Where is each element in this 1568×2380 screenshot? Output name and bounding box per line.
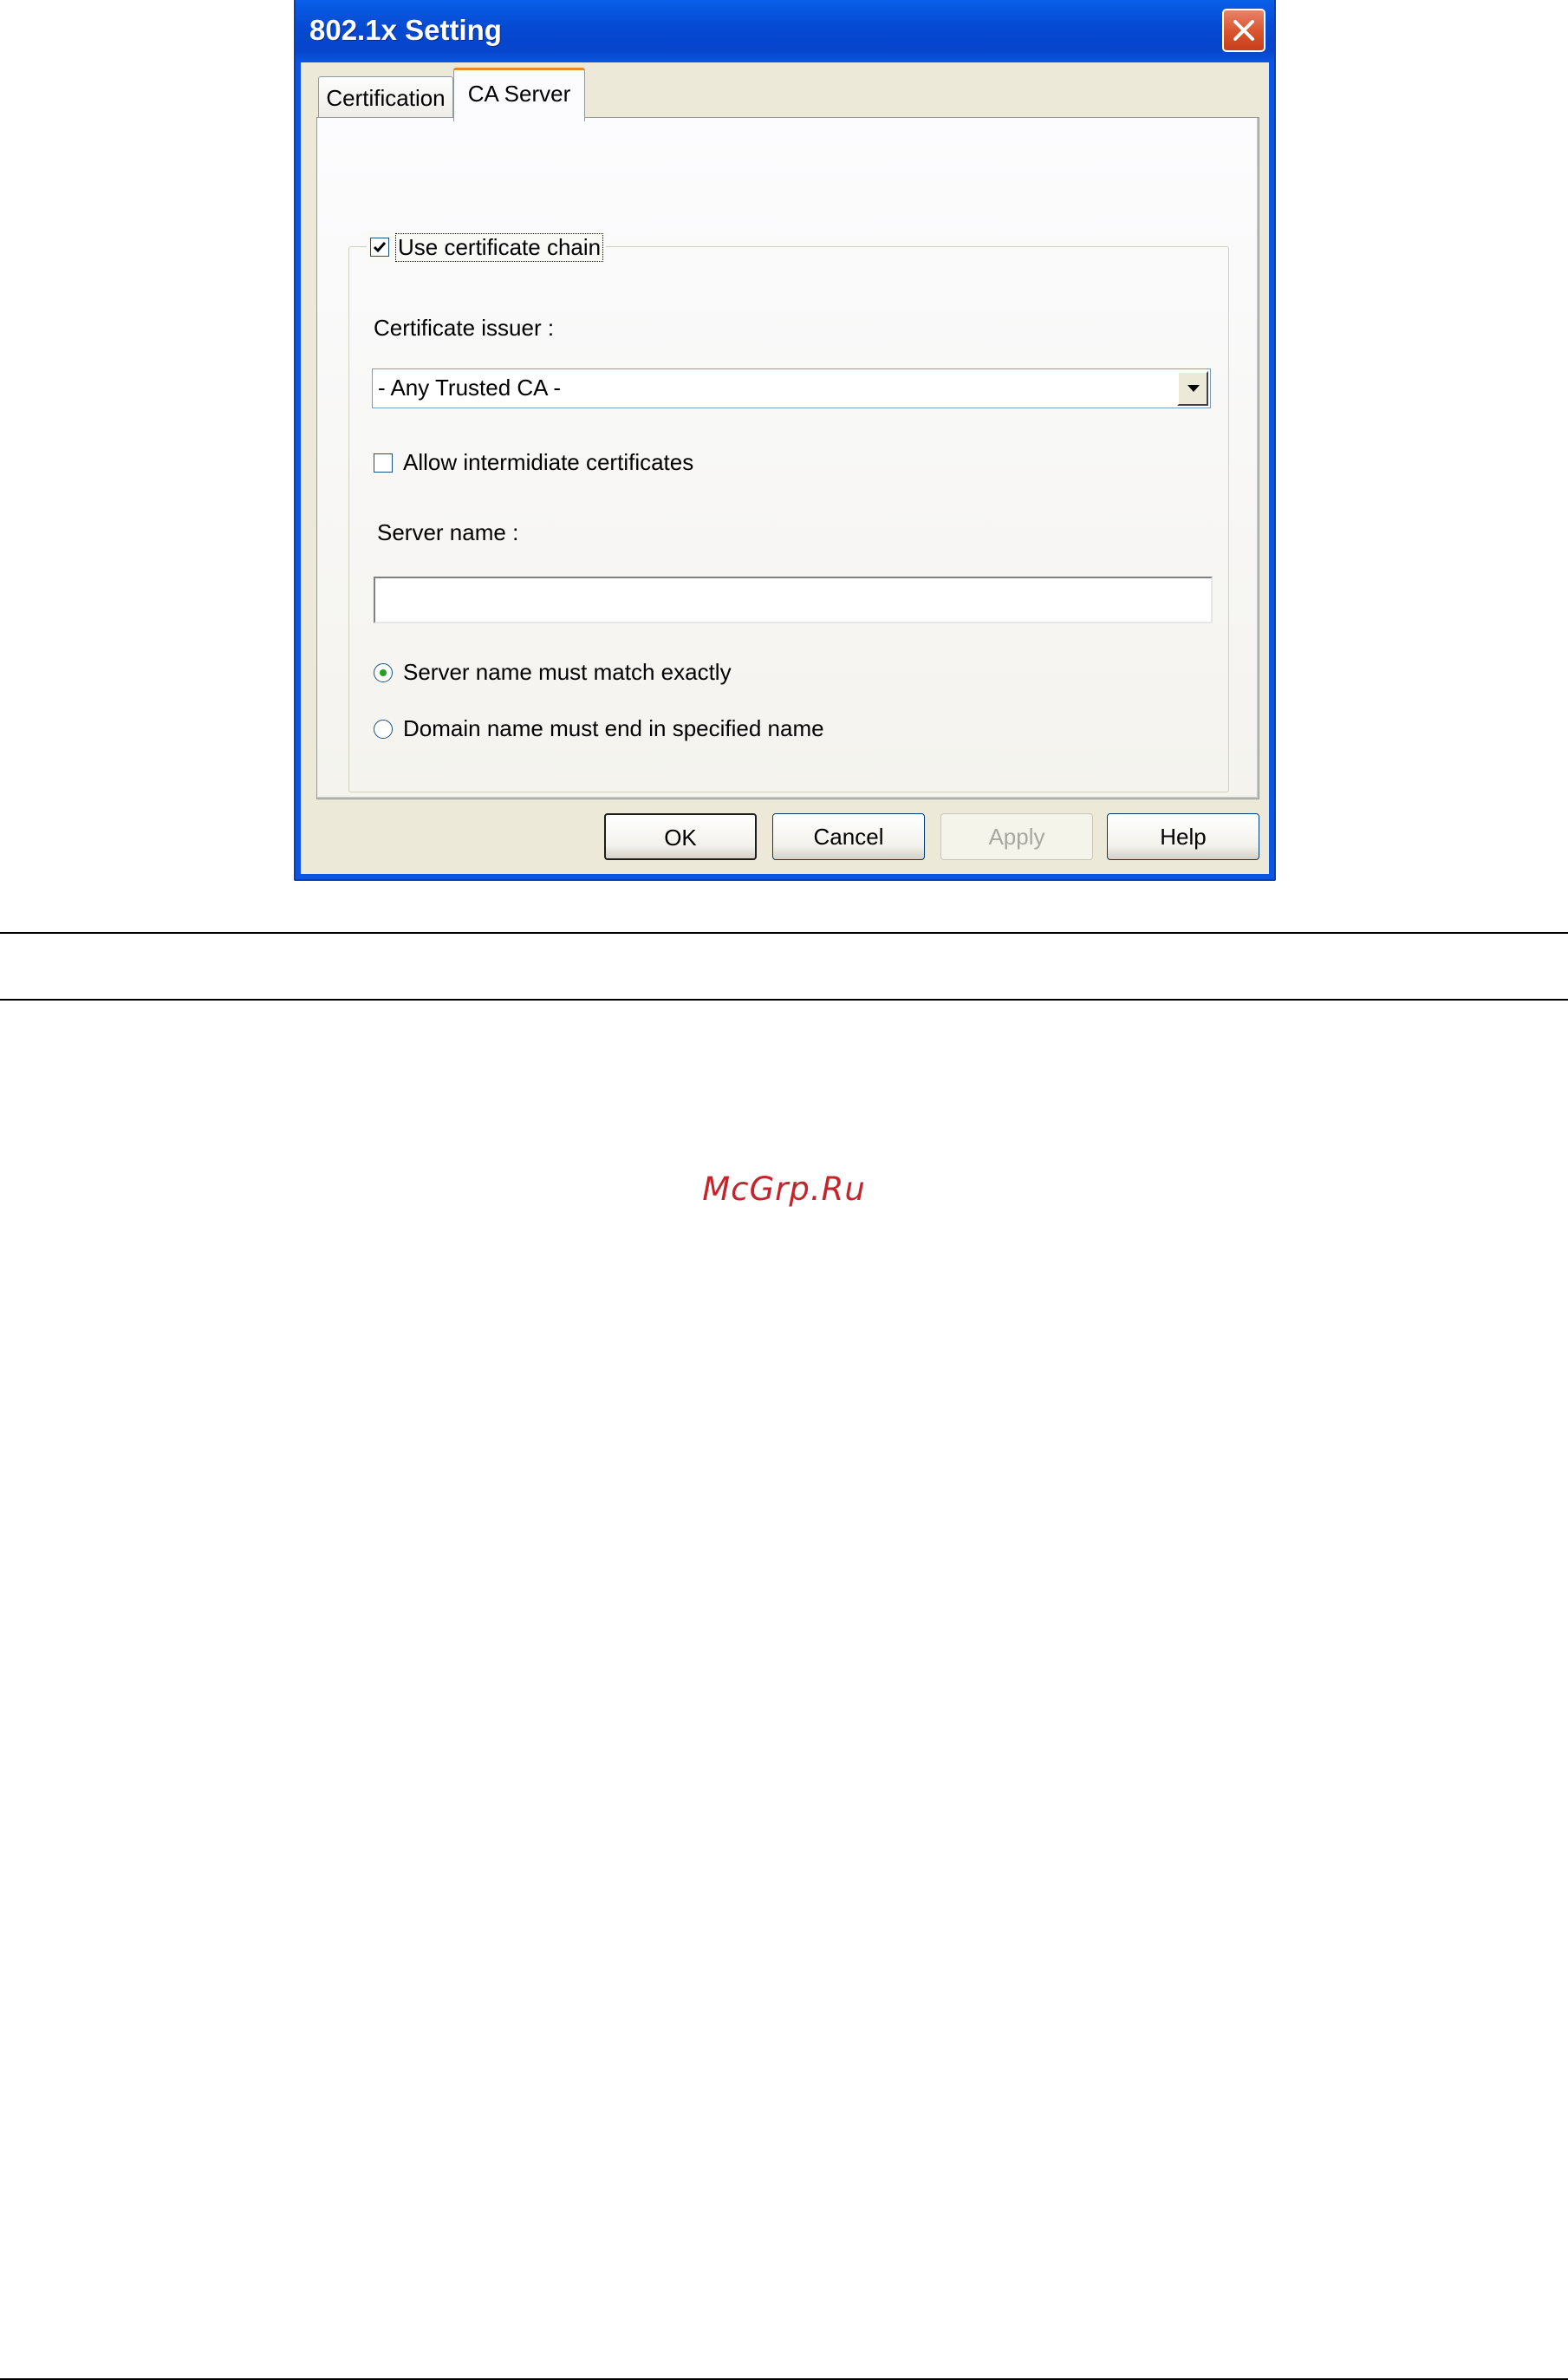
issuer-label: Certificate issuer : bbox=[374, 315, 555, 341]
radio-domain-end-row[interactable]: Domain name must end in specified name bbox=[374, 715, 824, 742]
allow-intermediate-label[interactable]: Allow intermidiate certificates bbox=[403, 449, 693, 476]
chevron-down-icon bbox=[1187, 385, 1200, 392]
ok-button[interactable]: OK bbox=[604, 813, 757, 860]
radio-match-exactly-row[interactable]: Server name must match exactly bbox=[374, 659, 732, 686]
radio-selected-dot bbox=[380, 668, 387, 676]
cancel-button[interactable]: Cancel bbox=[772, 813, 925, 860]
issuer-select[interactable]: - Any Trusted CA - bbox=[372, 368, 1211, 408]
apply-button[interactable]: Apply bbox=[940, 813, 1093, 860]
radio-match-exactly[interactable] bbox=[374, 662, 393, 682]
server-name-label: Server name : bbox=[377, 519, 519, 545]
close-icon bbox=[1233, 20, 1254, 41]
help-button[interactable]: Help bbox=[1107, 813, 1259, 860]
tab-certification[interactable]: Certification bbox=[318, 76, 453, 120]
top-divider bbox=[0, 932, 1568, 934]
dialog-client-area: Certification CA Server Use certificate … bbox=[301, 62, 1269, 874]
issuer-select-value: - Any Trusted CA - bbox=[378, 375, 561, 401]
tab-ca-server[interactable]: CA Server bbox=[453, 68, 585, 121]
checkmark-icon bbox=[373, 242, 387, 253]
radio-domain-end-label[interactable]: Domain name must end in specified name bbox=[403, 715, 824, 742]
second-divider bbox=[0, 999, 1568, 1001]
radio-match-exactly-label[interactable]: Server name must match exactly bbox=[403, 659, 732, 686]
server-name-input[interactable] bbox=[374, 577, 1213, 623]
use-chain-checkbox[interactable] bbox=[370, 238, 389, 257]
allow-intermediate-checkbox[interactable] bbox=[374, 453, 393, 473]
tab-panel-ca-server: Use certificate chain Certificate issuer… bbox=[316, 117, 1259, 799]
allow-intermediate-row[interactable]: Allow intermidiate certificates bbox=[374, 449, 693, 476]
use-chain-legend[interactable]: Use certificate chain bbox=[367, 231, 607, 263]
issuer-dropdown-button[interactable] bbox=[1177, 371, 1208, 406]
window-title: 802.1x Setting bbox=[309, 14, 502, 46]
radio-domain-end[interactable] bbox=[374, 719, 393, 739]
title-bar[interactable]: 802.1x Setting bbox=[296, 0, 1274, 62]
close-button[interactable] bbox=[1222, 9, 1265, 52]
certificate-chain-group: Use certificate chain Certificate issuer… bbox=[348, 231, 1229, 792]
watermark: McGrp.Ru bbox=[702, 1170, 866, 1208]
dialog-window: 802.1x Setting Certification CA Server U… bbox=[294, 0, 1276, 881]
use-chain-label[interactable]: Use certificate chain bbox=[394, 232, 604, 262]
